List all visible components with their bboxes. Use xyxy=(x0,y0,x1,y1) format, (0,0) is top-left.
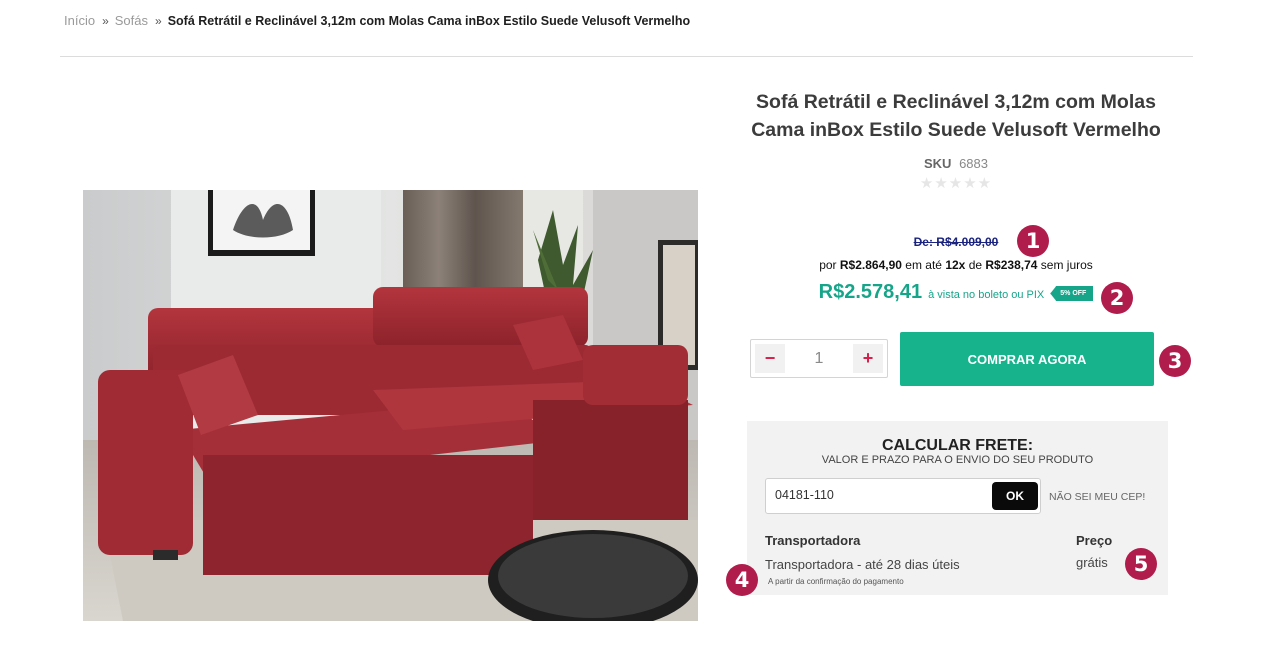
sku-label: SKU xyxy=(924,156,952,171)
price-column-header: Preço xyxy=(1076,533,1113,548)
annotation-marker-1: 1 xyxy=(1017,225,1049,257)
pix-price: R$2.578,41 xyxy=(818,281,923,303)
breadcrumb: Início » Sofás » Sofá Retrátil e Recliná… xyxy=(64,13,690,28)
freight-subtitle: VALOR E PRAZO PARA O ENVIO DO SEU PRODUT… xyxy=(821,454,1094,466)
installment-total: R$2.864,90 xyxy=(839,258,902,272)
quantity-stepper: − 1 + xyxy=(750,339,888,378)
buy-now-button[interactable]: COMPRAR AGORA xyxy=(900,332,1154,386)
pix-note: à vista no boleto ou PIX xyxy=(928,288,1045,301)
breadcrumb-home-link[interactable]: Início xyxy=(64,13,95,28)
annotation-marker-3: 3 xyxy=(1159,345,1191,377)
annotation-marker-5: 5 xyxy=(1125,548,1157,580)
cep-field[interactable]: 04181-110 OK xyxy=(765,478,1041,514)
product-info: Sofá Retrátil e Reclinável 3,12m com Mol… xyxy=(740,88,1172,192)
quantity-increase-button[interactable]: + xyxy=(853,344,883,373)
breadcrumb-current: Sofá Retrátil e Reclinável 3,12m com Mol… xyxy=(167,13,691,28)
installment-prefix: por xyxy=(819,258,837,272)
cep-input[interactable]: 04181-110 xyxy=(775,488,834,502)
unknown-cep-link[interactable]: NÃO SEI MEU CEP! xyxy=(1049,491,1145,503)
rating-stars-icon[interactable]: ★★★★★ xyxy=(740,174,1172,192)
carrier-note: A partir da confirmação do pagamento xyxy=(768,577,904,586)
freight-title: CALCULAR FRETE: xyxy=(881,437,1034,454)
installment-suffix: sem juros xyxy=(1040,258,1093,272)
breadcrumb-separator: » xyxy=(102,13,109,28)
installment-value: R$238,74 xyxy=(985,258,1038,272)
installment-mid1: em até xyxy=(905,258,942,272)
annotation-marker-4: 4 xyxy=(726,564,758,596)
carrier-option: Transportadora - até 28 dias úteis xyxy=(765,557,960,572)
product-title: Sofá Retrátil e Reclinável 3,12m com Mol… xyxy=(751,91,1161,141)
quantity-decrease-button[interactable]: − xyxy=(755,344,785,373)
installment-count: 12x xyxy=(945,258,966,272)
cep-ok-button[interactable]: OK xyxy=(992,482,1038,510)
installment-mid2: de xyxy=(968,258,983,272)
header-divider xyxy=(60,56,1193,57)
red-sofa-photo-icon xyxy=(83,190,698,621)
sku-value: 6883 xyxy=(959,156,988,171)
product-image[interactable] xyxy=(83,190,698,621)
breadcrumb-separator: » xyxy=(155,13,162,28)
discount-badge: 5% OFF xyxy=(1050,286,1094,301)
sku-row: SKU 6883 xyxy=(740,156,1172,171)
installment-info: por R$2.864,90 em até 12x de R$238,74 se… xyxy=(740,258,1172,272)
old-price-row: De: R$4.009,00 xyxy=(740,233,1172,251)
old-price: De: R$4.009,00 xyxy=(913,235,999,249)
carrier-column-header: Transportadora xyxy=(765,533,861,548)
freight-price: grátis xyxy=(1076,555,1108,570)
breadcrumb-category-link[interactable]: Sofás xyxy=(115,13,148,28)
annotation-marker-2: 2 xyxy=(1101,282,1133,314)
quantity-input[interactable]: 1 xyxy=(815,350,824,368)
freight-calculator: CALCULAR FRETE: VALOR E PRAZO PARA O ENV… xyxy=(747,421,1168,595)
